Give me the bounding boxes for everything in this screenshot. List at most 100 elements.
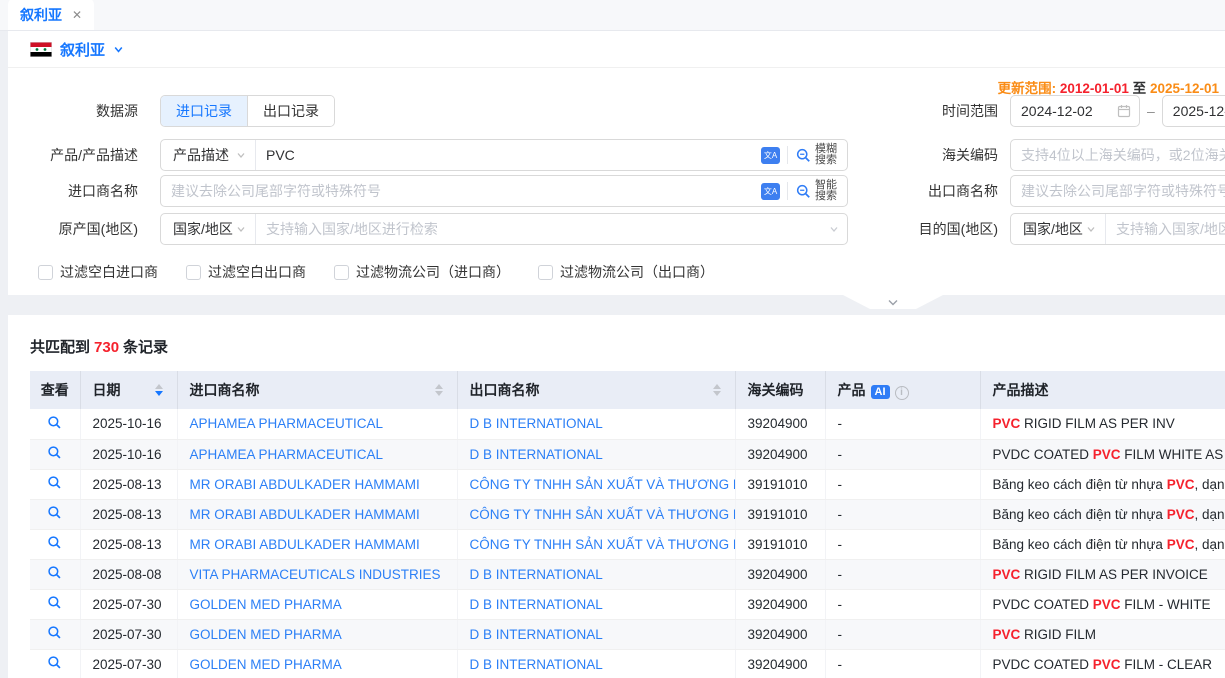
sort-icon-date[interactable]: [153, 382, 165, 398]
desc-post: FILM - CLEAR: [1121, 657, 1213, 672]
row-hs-code: 39191010: [735, 469, 825, 499]
table-row: 2025-08-13 MR ORABI ABDULKADER HAMMAMI C…: [30, 469, 1225, 499]
checkbox-filter-blank-importer[interactable]: 过滤空白进口商: [38, 262, 158, 282]
hs-code-input[interactable]: [1011, 140, 1225, 170]
origin-region-select[interactable]: 国家/地区: [161, 214, 256, 244]
row-product: -: [825, 499, 980, 529]
column-exporter: 出口商名称: [457, 371, 735, 409]
import-records-tab[interactable]: 进口记录: [161, 96, 247, 126]
row-product: -: [825, 589, 980, 619]
row-importer[interactable]: MR ORABI ABDULKADER HAMMAMI: [190, 537, 420, 552]
row-hs-code: 39191010: [735, 529, 825, 559]
origin-country-input[interactable]: [256, 214, 829, 244]
divider: [787, 182, 788, 200]
table-row: 2025-08-13 MR ORABI ABDULKADER HAMMAMI C…: [30, 529, 1225, 559]
hs-code-label: 海关编码: [848, 145, 998, 165]
importer-label: 进口商名称: [8, 181, 138, 201]
row-importer[interactable]: APHAMEA PHARMACEUTICAL: [190, 447, 384, 462]
row-exporter[interactable]: D B INTERNATIONAL: [470, 597, 603, 612]
date-end-input[interactable]: [1163, 103, 1225, 119]
tab-bar: 叙利亚 ✕: [0, 0, 1225, 31]
country-selector[interactable]: 叙利亚: [60, 39, 105, 60]
view-record-button[interactable]: [47, 535, 62, 550]
checkbox-filter-logistics-exporter[interactable]: 过滤物流公司（出口商）: [538, 262, 714, 282]
country-row: 叙利亚: [8, 31, 1225, 68]
row-exporter[interactable]: D B INTERNATIONAL: [470, 567, 603, 582]
origin-country-label: 原产国(地区): [8, 219, 138, 239]
destination-country-input[interactable]: [1106, 214, 1225, 244]
row-importer[interactable]: VITA PHARMACEUTICALS INDUSTRIES: [190, 567, 441, 582]
magnifier-icon: [47, 655, 62, 670]
row-exporter[interactable]: D B INTERNATIONAL: [470, 627, 603, 642]
row-description: PVC RIGID FILM AS PER INV: [980, 409, 1225, 439]
row-exporter[interactable]: D B INTERNATIONAL: [470, 447, 603, 462]
records-table: 查看 日期 进口商名称 出口商名称 海关编码 产品AIi 产品描述: [30, 371, 1225, 678]
translate-icon[interactable]: 文A: [761, 183, 780, 200]
sort-icon-importer[interactable]: [433, 382, 445, 398]
exporter-name-input[interactable]: [1011, 176, 1225, 206]
row-exporter[interactable]: CÔNG TY TNHH SẢN XUẤT VÀ THƯƠNG M...: [470, 507, 736, 522]
date-start-field[interactable]: [1010, 95, 1140, 127]
row-date: 2025-08-13: [80, 499, 177, 529]
view-record-button[interactable]: [47, 475, 62, 490]
checkbox-filter-blank-exporter[interactable]: 过滤空白出口商: [186, 262, 306, 282]
chevron-down-icon[interactable]: [113, 44, 124, 55]
magnifier-icon: [47, 445, 62, 460]
row-hs-code: 39204900: [735, 649, 825, 678]
row-product: -: [825, 469, 980, 499]
date-end-field[interactable]: [1162, 95, 1225, 127]
chevron-down-icon: [1086, 224, 1096, 234]
row-description: PVC RIGID FILM AS PER INVOICE: [980, 559, 1225, 589]
product-type-select[interactable]: 产品描述: [161, 140, 256, 170]
fuzzy-search-button[interactable]: 模糊搜索: [795, 144, 839, 166]
row-exporter[interactable]: CÔNG TY TNHH SẢN XUẤT VÀ THƯƠNG M...: [470, 537, 736, 552]
importer-name-input[interactable]: [161, 176, 761, 206]
collapse-filters-handle[interactable]: [843, 295, 943, 309]
date-start-input[interactable]: [1011, 103, 1117, 119]
destination-region-select[interactable]: 国家/地区: [1011, 214, 1106, 244]
row-date: 2025-10-16: [80, 439, 177, 469]
row-exporter[interactable]: D B INTERNATIONAL: [470, 657, 603, 672]
checkbox[interactable]: [186, 265, 201, 280]
view-record-button[interactable]: [47, 505, 62, 520]
row-importer[interactable]: GOLDEN MED PHARMA: [190, 657, 342, 672]
row-importer[interactable]: GOLDEN MED PHARMA: [190, 597, 342, 612]
close-icon[interactable]: ✕: [72, 8, 82, 22]
view-record-button[interactable]: [47, 445, 62, 460]
info-icon[interactable]: i: [895, 386, 909, 400]
smart-search-button[interactable]: 智能搜索: [795, 180, 839, 202]
export-records-tab[interactable]: 出口记录: [247, 96, 334, 126]
row-exporter[interactable]: CÔNG TY TNHH SẢN XUẤT VÀ THƯƠNG M...: [470, 477, 736, 492]
view-record-button[interactable]: [47, 415, 62, 430]
checkbox-filter-logistics-importer[interactable]: 过滤物流公司（进口商）: [334, 262, 510, 282]
tab-label: 叙利亚: [20, 5, 62, 25]
row-importer[interactable]: APHAMEA PHARMACEUTICAL: [190, 416, 384, 431]
checkbox[interactable]: [38, 265, 53, 280]
view-record-button[interactable]: [47, 655, 62, 670]
table-row: 2025-10-16 APHAMEA PHARMACEUTICAL D B IN…: [30, 439, 1225, 469]
chevron-down-icon: [887, 298, 899, 307]
row-hs-code: 39191010: [735, 499, 825, 529]
column-view: 查看: [30, 371, 80, 409]
view-record-button[interactable]: [47, 565, 62, 580]
view-record-button[interactable]: [47, 595, 62, 610]
chevron-down-icon[interactable]: [829, 224, 839, 234]
desc-keyword: PVC: [993, 567, 1021, 582]
translate-icon[interactable]: 文A: [761, 147, 780, 164]
row-importer[interactable]: GOLDEN MED PHARMA: [190, 627, 342, 642]
sort-icon-exporter[interactable]: [711, 382, 723, 398]
view-record-button[interactable]: [47, 625, 62, 640]
product-search-input[interactable]: [256, 140, 761, 170]
row-hs-code: 39204900: [735, 439, 825, 469]
checkbox[interactable]: [334, 265, 349, 280]
filter-checkboxes: 过滤空白进口商 过滤空白出口商 过滤物流公司（进口商） 过滤物流公司（出口商）: [8, 261, 1225, 283]
desc-pre: PVDC COATED: [993, 657, 1093, 672]
table-row: 2025-07-30 GOLDEN MED PHARMA D B INTERNA…: [30, 649, 1225, 678]
row-importer[interactable]: MR ORABI ABDULKADER HAMMAMI: [190, 507, 420, 522]
tab-syria[interactable]: 叙利亚 ✕: [8, 0, 94, 30]
checkbox[interactable]: [538, 265, 553, 280]
table-row: 2025-07-30 GOLDEN MED PHARMA D B INTERNA…: [30, 589, 1225, 619]
row-exporter[interactable]: D B INTERNATIONAL: [470, 416, 603, 431]
row-description: Băng keo cách điện từ nhựa PVC, dạn...: [980, 499, 1225, 529]
row-importer[interactable]: MR ORABI ABDULKADER HAMMAMI: [190, 477, 420, 492]
